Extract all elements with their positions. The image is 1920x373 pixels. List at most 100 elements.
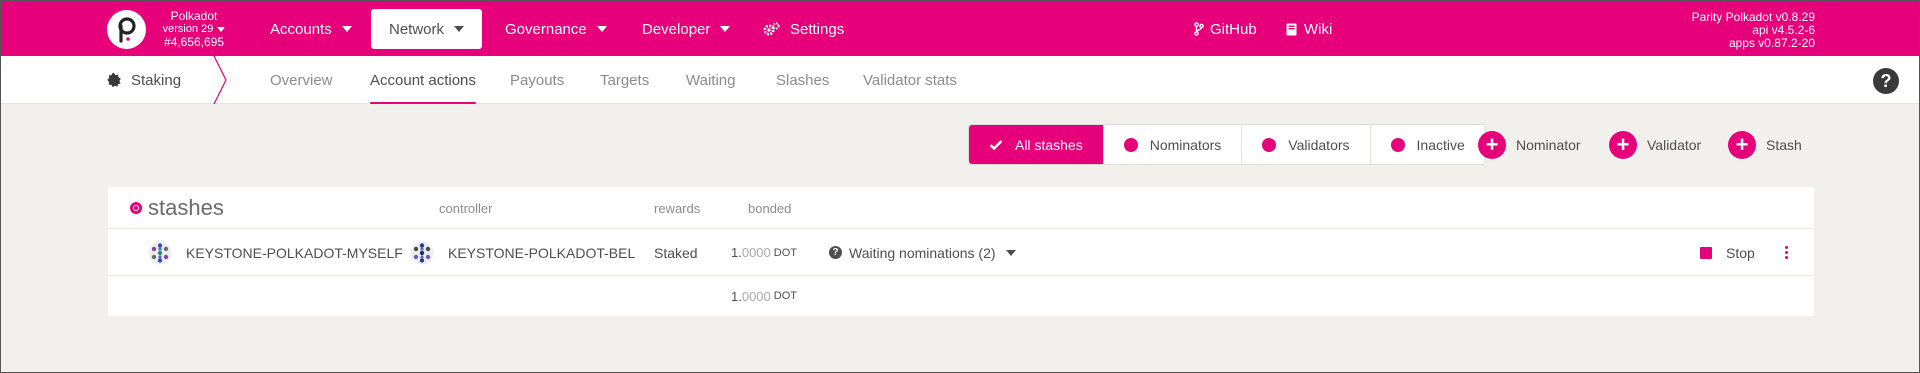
nav-developer-label: Developer (642, 20, 711, 38)
certificate-icon (107, 73, 121, 87)
tab-payouts-label: Payouts (510, 71, 565, 89)
caret-down-icon (596, 26, 607, 32)
table-header: stashes controller rewards bonded (108, 187, 1814, 229)
nav-developer[interactable]: Developer (642, 9, 731, 49)
header-bonded: bonded (748, 201, 792, 216)
filter-all-stashes[interactable]: All stashes (969, 125, 1104, 164)
filter-inactive-label: Inactive (1416, 136, 1465, 153)
polkadot-logo[interactable] (107, 10, 146, 49)
nominations-status: Waiting nominations (2) (849, 244, 996, 261)
nav-wiki[interactable]: Wiki (1286, 9, 1332, 49)
add-validator-button[interactable]: + Validator (1609, 130, 1701, 160)
bonded-unit: DOT (773, 246, 797, 259)
filter-validators-label: Validators (1288, 136, 1350, 153)
caret-down-icon (454, 26, 464, 32)
total-decimals: 0000 (741, 288, 771, 304)
gears-icon (763, 22, 780, 35)
tab-waiting[interactable]: Waiting (686, 56, 735, 104)
nav-github-label: GitHub (1210, 20, 1257, 38)
question-circle-icon: ? (829, 246, 842, 259)
nav-wiki-label: Wiki (1304, 20, 1333, 38)
tab-validator-stats[interactable]: Validator stats (863, 56, 957, 104)
bonded-decimals: 0000 (741, 245, 771, 260)
plus-icon: + (1728, 131, 1756, 159)
plus-icon: + (1478, 131, 1506, 159)
stash-name: KEYSTONE-POLKADOT-MYSELF (186, 244, 403, 261)
chain-selector[interactable]: Polkadot version 29 #4,656,695 (151, 10, 237, 49)
kebab-menu-icon (1785, 246, 1788, 259)
nav-network-label: Network (388, 20, 444, 38)
tab-overview[interactable]: Overview (270, 56, 333, 104)
help-button[interactable]: ? (1873, 68, 1899, 94)
filter-nominators-label: Nominators (1149, 136, 1222, 153)
identicon-icon (148, 241, 172, 264)
filter-nominators[interactable]: Nominators (1104, 125, 1243, 164)
tab-account-actions-label: Account actions (370, 71, 476, 89)
add-validator-label: Validator (1647, 137, 1702, 153)
table-row: KEYSTONE-POLKADOT-MYSELF KEYSTONE-POLKAD… (108, 229, 1814, 276)
identicon-icon (410, 241, 434, 264)
header-controller: controller (439, 201, 493, 216)
code-branch-icon (1194, 22, 1204, 36)
nav-governance-label: Governance (505, 20, 587, 38)
total-unit: DOT (773, 290, 797, 302)
filter-inactive[interactable]: Inactive (1371, 125, 1485, 164)
stop-icon (1700, 246, 1712, 259)
tab-targets[interactable]: Targets (600, 56, 649, 104)
nav-accounts[interactable]: Accounts (270, 9, 352, 49)
radio-dot-icon (1262, 137, 1277, 152)
bonded-integer: 1. (731, 245, 742, 260)
nav-governance[interactable]: Governance (505, 9, 607, 49)
check-icon (989, 139, 1003, 150)
section-title: Staking (131, 71, 182, 89)
caret-down-icon (341, 26, 352, 32)
version-info: Parity Polkadot v0.8.29 api v4.5.2-6 app… (1692, 11, 1815, 50)
tab-waiting-label: Waiting (686, 71, 736, 89)
add-nominator-button[interactable]: + Nominator (1478, 130, 1581, 160)
stash-ring-icon (130, 202, 142, 214)
total-integer: 1. (731, 288, 742, 304)
chain-name: Polkadot (170, 9, 218, 23)
tab-slashes[interactable]: Slashes (776, 56, 829, 104)
top-bar: Polkadot version 29 #4,656,695 Accounts … (1, 1, 1919, 56)
book-icon (1286, 23, 1297, 35)
stop-button[interactable]: Stop (1700, 229, 1755, 276)
nav-github[interactable]: GitHub (1194, 9, 1257, 49)
controller-account[interactable]: KEYSTONE-POLKADOT-BEL (410, 229, 635, 276)
breadcrumb-chevron-icon (213, 56, 227, 104)
question-icon: ? (1880, 70, 1892, 91)
total-bonded: 1. 0000 DOT (731, 276, 797, 316)
tab-slashes-label: Slashes (776, 71, 830, 89)
bonded-balance: 1. 0000 DOT (731, 229, 797, 276)
rewards-value: Staked (654, 244, 698, 261)
apps-version: apps v0.87.2-20 (1728, 36, 1815, 50)
caret-down-icon (1005, 249, 1016, 256)
tab-payouts[interactable]: Payouts (510, 56, 564, 104)
table-title-label: stashes (148, 195, 224, 220)
nominations-dropdown[interactable]: ? Waiting nominations (2) (829, 229, 1016, 276)
stop-label: Stop (1726, 244, 1755, 261)
nav-network[interactable]: Network (371, 9, 482, 49)
header-rewards: rewards (654, 201, 701, 216)
section-staking: Staking (107, 56, 181, 104)
radio-dot-icon (1123, 137, 1138, 152)
tab-overview-label: Overview (270, 71, 333, 89)
stash-filter: All stashes Nominators Validators Inacti… (968, 124, 1486, 165)
stash-account[interactable]: KEYSTONE-POLKADOT-MYSELF (148, 229, 403, 276)
polkadot-logo-icon (117, 16, 136, 43)
nav-settings-label: Settings (790, 20, 845, 38)
controller-name: KEYSTONE-POLKADOT-BEL (448, 244, 636, 261)
tab-validator-stats-label: Validator stats (863, 71, 957, 89)
row-menu-button[interactable] (1785, 229, 1788, 276)
nav-accounts-label: Accounts (270, 20, 332, 38)
filter-validators[interactable]: Validators (1242, 125, 1371, 164)
caret-down-icon (217, 27, 226, 32)
add-stash-button[interactable]: + Stash (1728, 130, 1802, 160)
add-stash-label: Stash (1766, 137, 1802, 153)
tab-targets-label: Targets (600, 71, 650, 89)
table-title: stashes (130, 195, 224, 221)
tab-account-actions[interactable]: Account actions (343, 56, 503, 104)
nav-settings[interactable]: Settings (763, 9, 844, 49)
rewards-destination: Staked (654, 229, 698, 276)
table-footer: 1. 0000 DOT (108, 276, 1814, 316)
